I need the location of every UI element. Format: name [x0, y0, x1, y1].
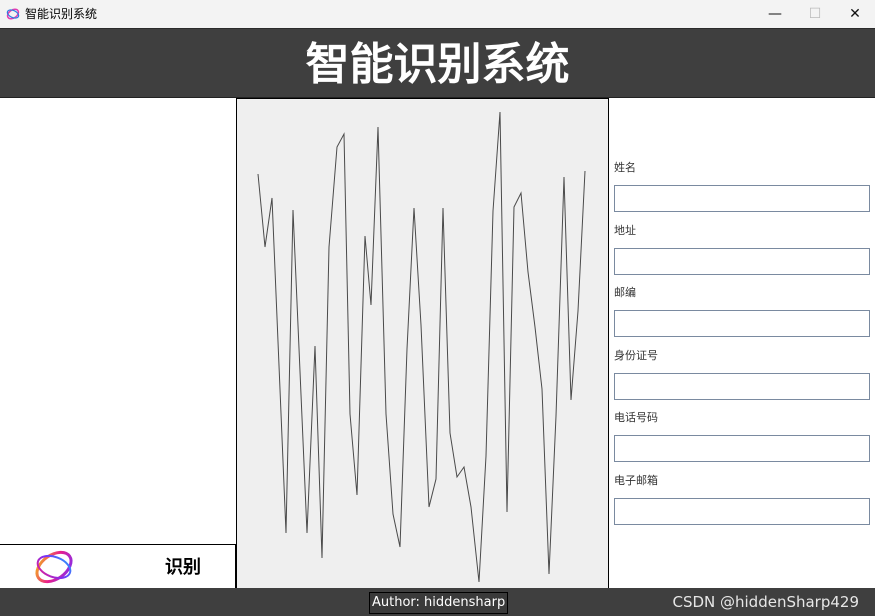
close-button[interactable]: ✕ — [835, 0, 875, 28]
maximize-button[interactable]: ☐ — [795, 0, 835, 28]
postcode-label: 邮编 — [614, 286, 636, 299]
header-banner: 智能识别系统 — [0, 28, 875, 98]
phone-field[interactable] — [614, 435, 870, 462]
app-window: 智能识别系统 — ☐ ✕ 智能识别系统 识别 姓名 地址 邮编 身份证号 电话号… — [0, 0, 875, 616]
id-number-field[interactable] — [614, 373, 870, 400]
signal-waveform — [257, 111, 586, 583]
name-label: 姓名 — [614, 161, 636, 174]
email-field[interactable] — [614, 498, 870, 525]
id-number-label: 身份证号 — [614, 349, 658, 362]
postcode-field[interactable] — [614, 310, 870, 337]
window-title: 智能识别系统 — [25, 7, 98, 21]
page-title: 智能识别系统 — [305, 39, 570, 90]
address-label: 地址 — [614, 224, 636, 237]
image-preview-panel — [236, 98, 609, 588]
app-icon — [6, 8, 20, 20]
info-form: 姓名 地址 邮编 身份证号 电话号码 电子邮箱 — [609, 98, 875, 588]
recognize-button[interactable]: 识别 — [150, 551, 216, 583]
address-field[interactable] — [614, 248, 870, 275]
ring-logo-icon — [35, 550, 73, 584]
left-panel: 识别 — [0, 98, 236, 589]
title-bar[interactable]: 智能识别系统 — ☐ ✕ — [0, 0, 875, 28]
watermark: CSDN @hiddenSharp429 — [672, 593, 859, 611]
email-label: 电子邮箱 — [614, 474, 658, 487]
name-field[interactable] — [614, 185, 870, 212]
action-bar: 识别 — [0, 544, 236, 589]
footer-bar: Author: hiddensharp CSDN @hiddenSharp429 — [0, 588, 875, 616]
author-label: Author: hiddensharp — [369, 592, 509, 614]
minimize-button[interactable]: — — [755, 0, 795, 28]
phone-label: 电话号码 — [614, 411, 658, 424]
